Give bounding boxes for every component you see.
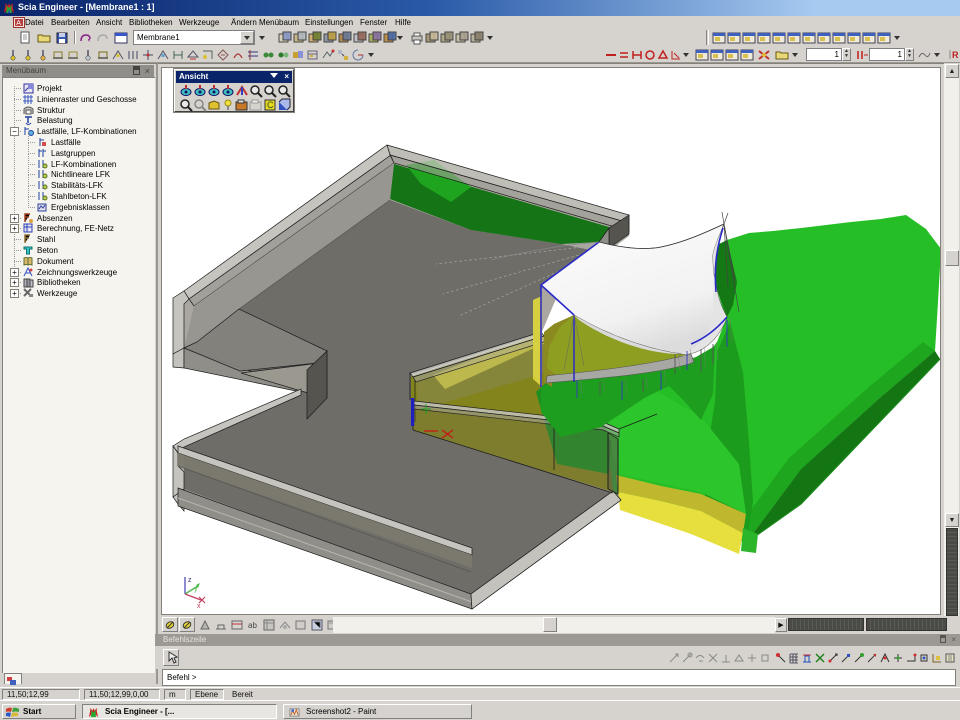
svg-text:C: C — [267, 100, 274, 110]
svg-text:z: z — [188, 577, 192, 584]
svg-text:A: A — [16, 20, 21, 27]
svg-text:R: R — [952, 50, 959, 60]
svg-text:ab: ab — [248, 621, 257, 630]
svg-text:y: y — [194, 586, 198, 593]
svg-text:x: x — [197, 603, 201, 610]
